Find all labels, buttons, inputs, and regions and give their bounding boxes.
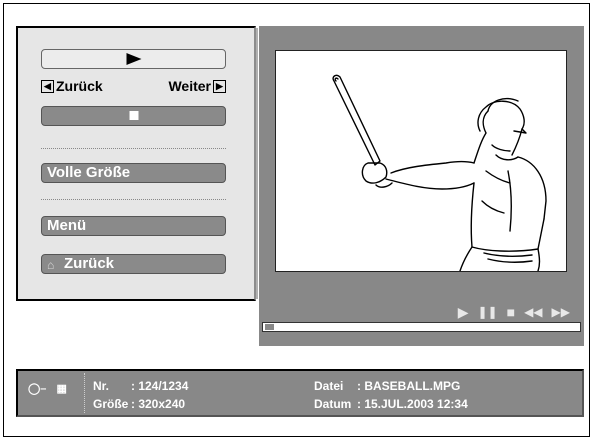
date-label: Datum — [314, 397, 352, 411]
info-icons: ◯– ▦ — [28, 382, 67, 395]
menu-button[interactable]: Menü — [41, 216, 226, 236]
date-value: : 15.JUL.2003 12:34 — [357, 397, 468, 411]
film-icon: ▦ — [56, 383, 67, 395]
video-panel: ▶ ❚❚ ■ ◀◀ ▶▶ — [259, 26, 584, 346]
play-button[interactable] — [41, 49, 226, 69]
menu-divider — [41, 199, 226, 200]
file-value: : BASEBALL.MPG — [357, 379, 461, 393]
file-label: Datei — [314, 379, 344, 393]
return-label: Zurück — [64, 255, 115, 272]
stop-icon[interactable]: ■ — [507, 305, 515, 319]
back-label: Zurück — [56, 78, 103, 94]
prev-next-labels: ◀ Zurück Weiter ▶ — [41, 78, 226, 94]
arrow-left-icon: ◀ — [41, 79, 54, 93]
rewind-icon[interactable]: ◀◀ — [524, 306, 542, 318]
size-label: Größe — [93, 397, 129, 411]
video-frame[interactable] — [275, 50, 567, 272]
size-value: : 320x240 — [131, 397, 186, 411]
info-divider — [84, 373, 85, 413]
playback-menu-panel: ◀ Zurück Weiter ▶ Volle Größe Menü ⌂ Zurü… — [16, 26, 258, 301]
file-info-bar: ◯– ▦ Nr. : 124/1234 Größe : 320x240 Date… — [16, 369, 584, 417]
progress-fill — [265, 324, 274, 330]
back-nav[interactable]: ◀ Zurück — [41, 78, 103, 94]
number-label: Nr. — [93, 379, 110, 393]
stop-button[interactable] — [41, 106, 226, 126]
next-label: Weiter — [168, 78, 211, 94]
key-icon: ◯– — [28, 383, 47, 395]
arrow-right-icon: ▶ — [213, 79, 226, 93]
stop-icon — [129, 111, 138, 120]
baseball-player-illustration — [332, 74, 547, 271]
full-size-button[interactable]: Volle Größe — [41, 163, 226, 183]
number-value: : 124/1234 — [131, 379, 189, 393]
play-icon[interactable]: ▶ — [458, 305, 469, 319]
play-icon — [126, 53, 141, 65]
menu-divider — [41, 148, 226, 149]
playback-progress-bar[interactable] — [262, 322, 581, 332]
next-nav[interactable]: Weiter ▶ — [168, 78, 226, 94]
return-button[interactable]: ⌂ Zurück — [41, 254, 226, 274]
home-icon: ⌂ — [47, 258, 55, 272]
fast-forward-icon[interactable]: ▶▶ — [552, 306, 570, 318]
playback-controls: ▶ ❚❚ ■ ◀◀ ▶▶ — [458, 305, 570, 319]
pause-icon[interactable]: ❚❚ — [477, 306, 497, 318]
